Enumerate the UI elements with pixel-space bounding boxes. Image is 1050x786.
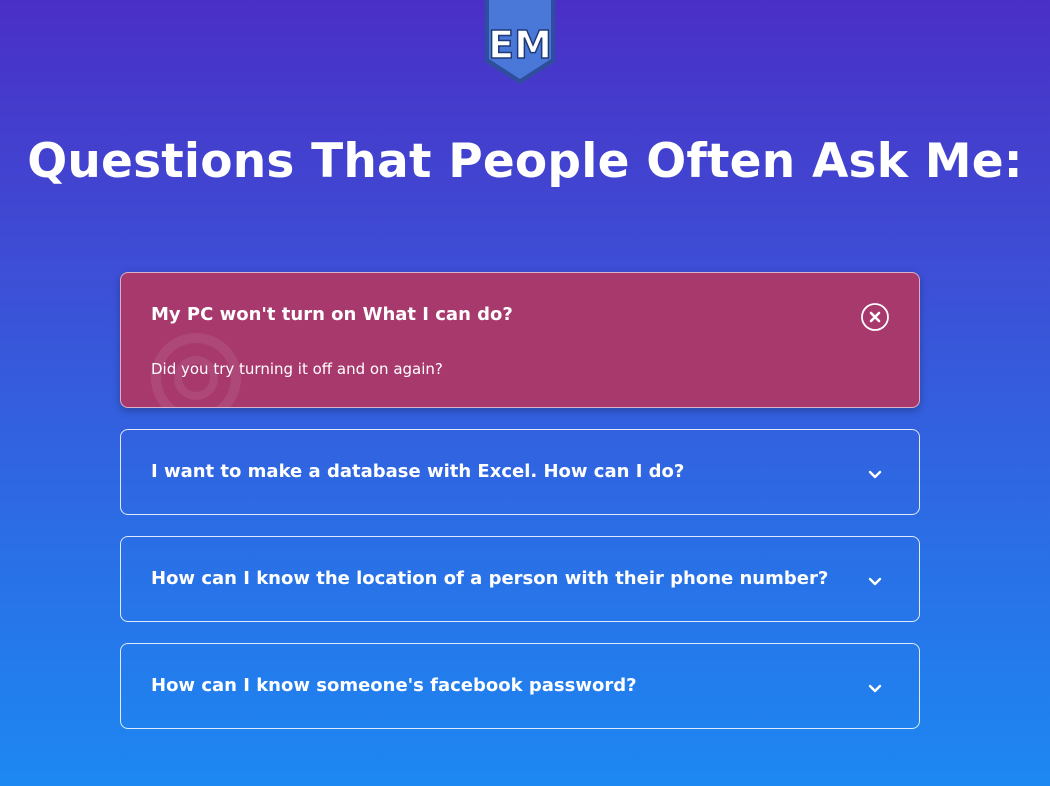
chevron-down-icon[interactable] xyxy=(861,567,889,595)
logo-text: EM xyxy=(488,23,552,67)
em-shield-icon: EM xyxy=(485,0,555,84)
faq-list: My PC won't turn on What I can do? Did y… xyxy=(120,272,920,750)
faq-question: I want to make a database with Excel. Ho… xyxy=(151,461,685,482)
close-circle-icon[interactable] xyxy=(861,303,889,331)
faq-question: How can I know the location of a person … xyxy=(151,568,829,589)
page-title: Questions That People Often Ask Me: xyxy=(27,134,1023,189)
faq-item[interactable]: I want to make a database with Excel. Ho… xyxy=(120,429,920,515)
faq-answer: Did you try turning it off and on again? xyxy=(151,360,443,378)
faq-question: My PC won't turn on What I can do? xyxy=(151,304,513,325)
chevron-down-icon[interactable] xyxy=(861,460,889,488)
faq-item[interactable]: How can I know the location of a person … xyxy=(120,536,920,622)
faq-item-open[interactable]: My PC won't turn on What I can do? Did y… xyxy=(120,272,920,408)
faq-item[interactable]: How can I know someone's facebook passwo… xyxy=(120,643,920,729)
chevron-down-icon[interactable] xyxy=(861,674,889,702)
faq-question: How can I know someone's facebook passwo… xyxy=(151,675,637,696)
site-logo[interactable]: EM xyxy=(481,0,559,86)
